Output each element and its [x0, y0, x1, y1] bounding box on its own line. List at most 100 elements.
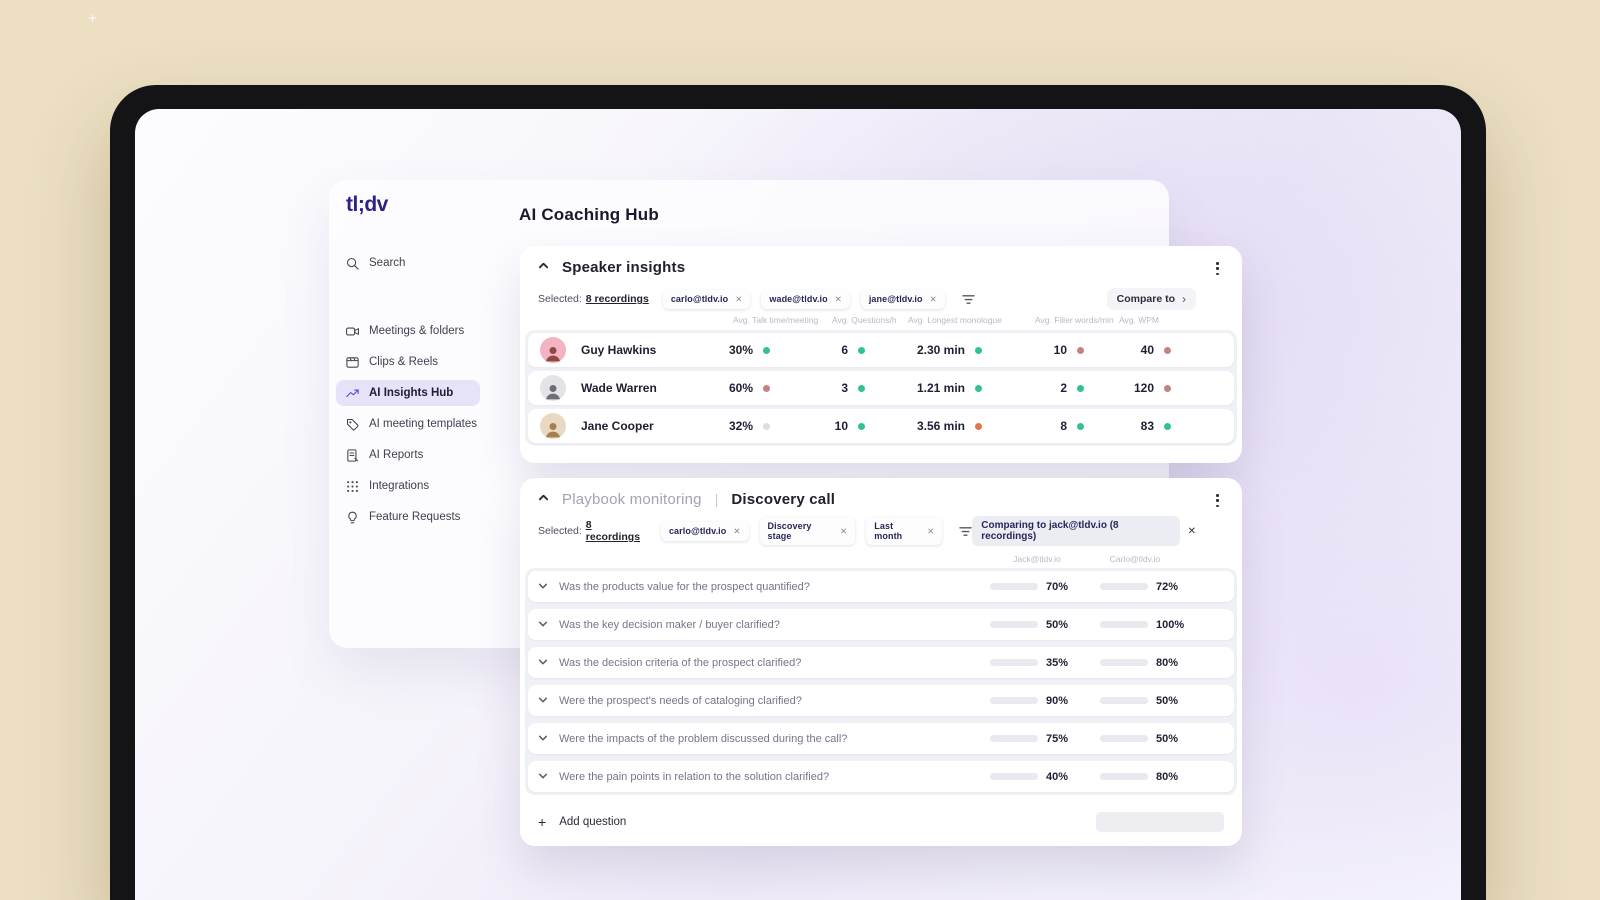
progress-percent: 90%	[1046, 694, 1069, 707]
playbook-monitoring-label: Playbook monitoring	[562, 490, 702, 508]
filter-chip-carlo-tldv-io[interactable]: carlo@tldv.io ✕	[662, 289, 751, 309]
compare-to-label: Compare to	[1116, 293, 1175, 305]
selected-recordings-link[interactable]: 8 recordings	[586, 293, 649, 305]
avatar-cell	[532, 337, 566, 363]
chip-label: jane@tldv.io	[868, 294, 923, 304]
sidebar-item-ai-reports[interactable]: AI Reports	[336, 442, 480, 468]
filter-chip-discovery-stage[interactable]: Discovery stage ✕	[759, 517, 856, 545]
sidebar-item-clips-reels[interactable]: Clips & Reels	[336, 349, 480, 375]
avatar	[540, 413, 566, 439]
sidebar-item-meetings-folders[interactable]: Meetings & folders	[336, 318, 480, 344]
chip-remove-icon[interactable]: ✕	[835, 294, 842, 305]
bar-group-jack-tldv-io: 75%	[990, 733, 1084, 745]
metric-value: 8	[1060, 419, 1067, 433]
question-row[interactable]: Was the key decision maker / buyer clari…	[528, 609, 1234, 640]
metric-value: 30%	[728, 343, 753, 357]
sidebar-item-feature-requests[interactable]: Feature Requests	[336, 504, 480, 530]
question-row[interactable]: Was the decision criteria of the prospec…	[528, 647, 1234, 678]
comparison-bars: 35% 80%	[990, 657, 1224, 669]
chip-label: carlo@tldv.io	[670, 294, 729, 304]
remove-comparison-icon[interactable]: ✕	[1188, 526, 1196, 537]
add-question-button[interactable]: Add question	[559, 816, 626, 828]
chevron-down-icon[interactable]	[538, 616, 548, 634]
metric-value: 3.56 min	[916, 419, 965, 433]
sidebar-item-ai-insights-hub[interactable]: AI Insights Hub	[336, 380, 480, 406]
speaker-filter-row: Selected: 8 recordings carlo@tldv.io ✕ wad…	[538, 288, 1224, 310]
speaker-row-guy-hawkins: Guy Hawkins 30% 6 2.30 min 10 40	[528, 333, 1234, 367]
bar-group-carlo-tldv-io: 80%	[1100, 771, 1194, 783]
background-plus-decoration: +	[88, 10, 97, 27]
metric-value: 6	[841, 343, 848, 357]
comparing-to-badge[interactable]: Comparing to jack@tldv.io (8 recordings)	[972, 516, 1180, 546]
more-options-icon[interactable]	[1213, 259, 1222, 278]
question-row[interactable]: Were the impacts of the problem discusse…	[528, 723, 1234, 754]
chip-label: wade@tldv.io	[769, 294, 828, 304]
bar-group-carlo-tldv-io: 72%	[1100, 581, 1194, 593]
bar-group-jack-tldv-io: 40%	[990, 771, 1084, 783]
sidebar-item-integrations[interactable]: Integrations	[336, 473, 480, 499]
progress-bar	[1100, 697, 1148, 704]
filter-icon[interactable]	[962, 294, 975, 305]
status-dot-red	[763, 384, 770, 392]
status-dot-green	[1077, 422, 1084, 430]
chevron-down-icon[interactable]	[538, 692, 548, 710]
question-text: Was the products value for the prospect …	[559, 580, 810, 593]
chevron-down-icon[interactable]	[538, 654, 548, 672]
filter-chip-carlo-tldv-io[interactable]: carlo@tldv.io ✕	[660, 521, 749, 541]
chevron-down-icon[interactable]	[538, 578, 548, 596]
chevron-down-icon[interactable]	[538, 768, 548, 786]
more-options-icon[interactable]	[1213, 491, 1222, 510]
compare-to-button[interactable]: Compare to ›	[1106, 288, 1196, 310]
metric-avg-talk-time-meeting: 32%	[712, 419, 778, 433]
plus-icon[interactable]: +	[538, 814, 546, 830]
metric-avg-longest-monologue: 1.21 min	[873, 381, 990, 395]
chevron-right-icon: ›	[1182, 292, 1186, 306]
column-header-avg-longest-monologue: Avg. Longest monologue	[908, 315, 1002, 325]
comparison-bars: 50% 100%	[990, 619, 1224, 631]
chip-remove-icon[interactable]: ✕	[735, 294, 742, 305]
metric-value: 3	[841, 381, 848, 395]
search-icon	[345, 256, 360, 271]
speaker-filter-chips: carlo@tldv.io ✕ wade@tldv.io ✕ jane@tldv.io ✕	[662, 289, 945, 309]
metric-avg-talk-time-meeting: 30%	[712, 343, 778, 357]
question-row[interactable]: Was the products value for the prospect …	[528, 571, 1234, 602]
avatar	[540, 337, 566, 363]
playbook-card-header: Playbook monitoring | Discovery call	[538, 490, 835, 508]
title-separator: |	[714, 491, 719, 507]
filter-icon[interactable]	[959, 526, 972, 537]
chip-remove-icon[interactable]: ✕	[927, 526, 934, 537]
metric-avg-wpm: 83	[1092, 419, 1179, 433]
collapse-chevron-up-icon[interactable]	[538, 490, 549, 508]
question-row[interactable]: Were the prospect's needs of cataloging …	[528, 685, 1234, 716]
trend-chart-icon	[345, 386, 360, 401]
filter-chip-wade-tldv-io[interactable]: wade@tldv.io ✕	[761, 289, 850, 309]
filter-chip-jane-tldv-io[interactable]: jane@tldv.io ✕	[860, 289, 945, 309]
sidebar-search-label: Search	[369, 257, 406, 269]
question-row[interactable]: Were the pain points in relation to the …	[528, 761, 1234, 792]
chip-remove-icon[interactable]: ✕	[930, 294, 937, 305]
progress-bar	[990, 697, 1038, 704]
collapse-chevron-up-icon[interactable]	[538, 258, 549, 276]
sidebar-item-label: Feature Requests	[369, 511, 461, 523]
chip-remove-icon[interactable]: ✕	[840, 526, 847, 537]
metric-value: 2.30 min	[916, 343, 965, 357]
video-camera-icon	[345, 324, 360, 339]
comparing-to-label: Comparing to jack@tldv.io (8 recordings)	[981, 520, 1119, 542]
speaker-name: Jane Cooper	[581, 419, 654, 433]
sidebar-item-label: Integrations	[369, 480, 430, 492]
sidebar-search[interactable]: Search	[336, 250, 480, 276]
column-header-avg-filler-words-min: Avg. Filler words/min	[1035, 315, 1114, 325]
metric-value: 1.21 min	[916, 381, 965, 395]
selected-recordings-link[interactable]: 8 recordings	[586, 519, 647, 543]
sidebar-item-ai-meeting-templates[interactable]: AI meeting templates	[336, 411, 480, 437]
bar-column-jack: Jack@tldv.io	[1013, 554, 1061, 564]
chevron-down-icon[interactable]	[538, 730, 548, 748]
status-dot-red	[1164, 384, 1171, 392]
bar-group-carlo-tldv-io: 50%	[1100, 733, 1194, 745]
playbook-footer: + Add question	[538, 810, 1224, 834]
chip-remove-icon[interactable]: ✕	[733, 526, 740, 537]
sidebar-item-label: AI meeting templates	[369, 418, 478, 430]
chip-label: Last month	[874, 521, 903, 541]
metric-value: 32%	[728, 419, 753, 433]
filter-chip-last-month[interactable]: Last month ✕	[866, 517, 943, 545]
